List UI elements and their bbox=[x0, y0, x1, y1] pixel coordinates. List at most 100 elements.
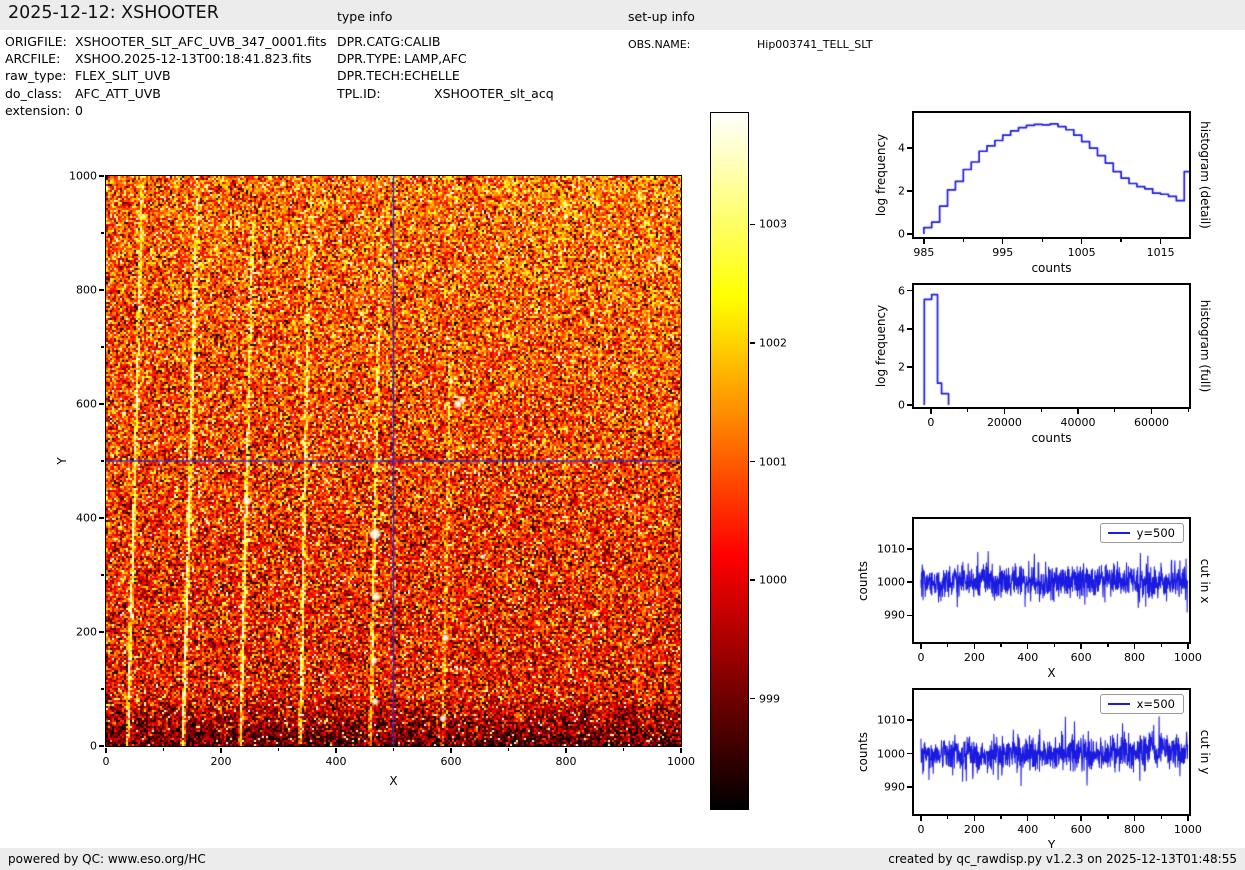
x-tick-label: 200 bbox=[964, 651, 985, 664]
x-tick-label: 60000 bbox=[1134, 416, 1169, 429]
qc-report-page: { "header": { "title": "2025-12-12: XSHO… bbox=[0, 0, 1245, 870]
y-minor-tick-mark bbox=[101, 346, 104, 347]
info-row: extension: 0 bbox=[5, 102, 327, 119]
x-tick-mark bbox=[1004, 409, 1005, 414]
info-value: XSHOOTER_slt_acq bbox=[434, 85, 554, 102]
y-axis-label: counts bbox=[856, 560, 870, 600]
x-tick-label: 800 bbox=[556, 755, 577, 768]
x-axis-label: X bbox=[1047, 666, 1055, 680]
info-value: AFC_ATT_UVB bbox=[75, 85, 161, 102]
x-tick-label: 800 bbox=[1124, 823, 1145, 836]
x-minor-tick-mark bbox=[947, 644, 948, 647]
x-tick-mark bbox=[220, 748, 221, 753]
info-value: Hip003741_TELL_SLT bbox=[757, 36, 873, 53]
info-value: CALIB bbox=[404, 33, 441, 50]
x-tick-mark bbox=[1027, 644, 1028, 649]
right-axis-label: histogram (full) bbox=[1198, 300, 1212, 393]
info-label: raw_type: bbox=[5, 67, 75, 84]
x-minor-tick-mark bbox=[163, 748, 164, 751]
info-value: FLEX_SLIT_UVB bbox=[75, 67, 171, 84]
x-tick-label: 40000 bbox=[1060, 416, 1095, 429]
colorbar-tick-mark bbox=[750, 698, 755, 699]
x-tick-label: 400 bbox=[1017, 823, 1038, 836]
x-minor-tick-mark bbox=[1000, 644, 1001, 647]
x-minor-tick-mark bbox=[1107, 644, 1108, 647]
y-tick-label: 2 bbox=[898, 360, 905, 373]
x-axis-label: counts bbox=[1031, 431, 1071, 445]
x-minor-tick-mark bbox=[1041, 409, 1042, 412]
y-tick-mark bbox=[907, 786, 912, 787]
raw-image-canvas bbox=[106, 176, 681, 746]
colorbar-tick-label: 1003 bbox=[759, 218, 787, 231]
y-tick-mark bbox=[907, 615, 912, 616]
info-label: TPL.ID: bbox=[337, 85, 434, 102]
x-tick-mark bbox=[1077, 409, 1078, 414]
info-row: ORIGFILE: XSHOOTER_SLT_AFC_UVB_347_0001.… bbox=[5, 33, 327, 50]
info-row: DPR.CATG: CALIB bbox=[337, 33, 554, 50]
x-minor-tick-mark bbox=[1000, 816, 1001, 819]
footer-left-text: powered by QC: www.eso.org/HC bbox=[8, 848, 206, 870]
x-tick-mark bbox=[450, 748, 451, 753]
colorbar-tick-mark bbox=[750, 579, 755, 580]
footer-right-text: created by qc_rawdisp.py v1.2.3 on 2025-… bbox=[888, 848, 1237, 870]
y-tick-label: 2 bbox=[898, 185, 905, 198]
info-row: TPL.ID: XSHOOTER_slt_acq bbox=[337, 85, 554, 102]
x-tick-mark bbox=[1027, 816, 1028, 821]
info-label: do_class: bbox=[5, 85, 75, 102]
legend-label: x=500 bbox=[1137, 697, 1175, 711]
x-tick-mark bbox=[1187, 816, 1188, 821]
info-value: 0 bbox=[75, 102, 83, 119]
info-label: ORIGFILE: bbox=[5, 33, 75, 50]
x-tick-mark bbox=[335, 748, 336, 753]
hist-detail-canvas bbox=[914, 113, 1189, 237]
y-tick-label: 600 bbox=[76, 398, 97, 411]
info-label: DPR.CATG: bbox=[337, 33, 404, 50]
x-tick-label: 1005 bbox=[1068, 246, 1096, 259]
x-tick-mark bbox=[1002, 239, 1003, 244]
colorbar-tick-label: 999 bbox=[759, 692, 780, 705]
x-minor-tick-mark bbox=[947, 816, 948, 819]
y-tick-mark bbox=[907, 147, 912, 148]
y-axis-label: counts bbox=[856, 732, 870, 772]
x-minor-tick-mark bbox=[393, 748, 394, 751]
colorbar-tick-mark bbox=[750, 461, 755, 462]
colorbar-tick-mark bbox=[750, 342, 755, 343]
x-tick-label: 600 bbox=[1071, 823, 1092, 836]
x-tick-label: 0 bbox=[917, 823, 924, 836]
x-minor-tick-mark bbox=[508, 748, 509, 751]
y-tick-mark bbox=[907, 328, 912, 329]
y-tick-label: 4 bbox=[898, 142, 905, 155]
legend: x=500 bbox=[1100, 694, 1184, 714]
x-tick-mark bbox=[974, 816, 975, 821]
page-title: 2025-12-12: XSHOOTER bbox=[8, 3, 219, 23]
right-axis-label: histogram (detail) bbox=[1198, 121, 1212, 229]
y-tick-mark bbox=[907, 404, 912, 405]
x-tick-label: 200 bbox=[211, 755, 232, 768]
x-minor-tick-mark bbox=[1120, 239, 1121, 242]
y-tick-label: 0 bbox=[898, 399, 905, 412]
colorbar-gradient bbox=[711, 113, 748, 809]
x-minor-tick-mark bbox=[1161, 816, 1162, 819]
y-axis-label: log frequency bbox=[874, 134, 888, 216]
x-tick-mark bbox=[1080, 644, 1081, 649]
y-tick-mark bbox=[907, 290, 912, 291]
y-axis-label: Y bbox=[55, 457, 69, 464]
x-tick-label: 200 bbox=[964, 823, 985, 836]
y-tick-mark bbox=[99, 745, 104, 746]
x-tick-label: 600 bbox=[441, 755, 462, 768]
info-row: ARCFILE: XSHOO.2025-12-13T00:18:41.823.f… bbox=[5, 50, 327, 67]
x-axis-label: X bbox=[389, 774, 397, 788]
x-minor-tick-mark bbox=[1107, 816, 1108, 819]
y-tick-mark bbox=[99, 631, 104, 632]
x-axis-label: counts bbox=[1031, 261, 1071, 275]
legend: y=500 bbox=[1100, 523, 1184, 543]
x-tick-mark bbox=[1134, 816, 1135, 821]
cut-in-y-plot: 0200400600800100099010001010Ycountscut i… bbox=[912, 688, 1191, 816]
y-tick-label: 0 bbox=[898, 227, 905, 240]
y-tick-label: 990 bbox=[884, 781, 905, 794]
x-tick-label: 1015 bbox=[1147, 246, 1175, 259]
x-tick-mark bbox=[1187, 644, 1188, 649]
y-minor-tick-mark bbox=[101, 574, 104, 575]
x-tick-mark bbox=[1134, 644, 1135, 649]
histogram-detail-plot: 98599510051015024countslog frequencyhist… bbox=[912, 111, 1191, 239]
